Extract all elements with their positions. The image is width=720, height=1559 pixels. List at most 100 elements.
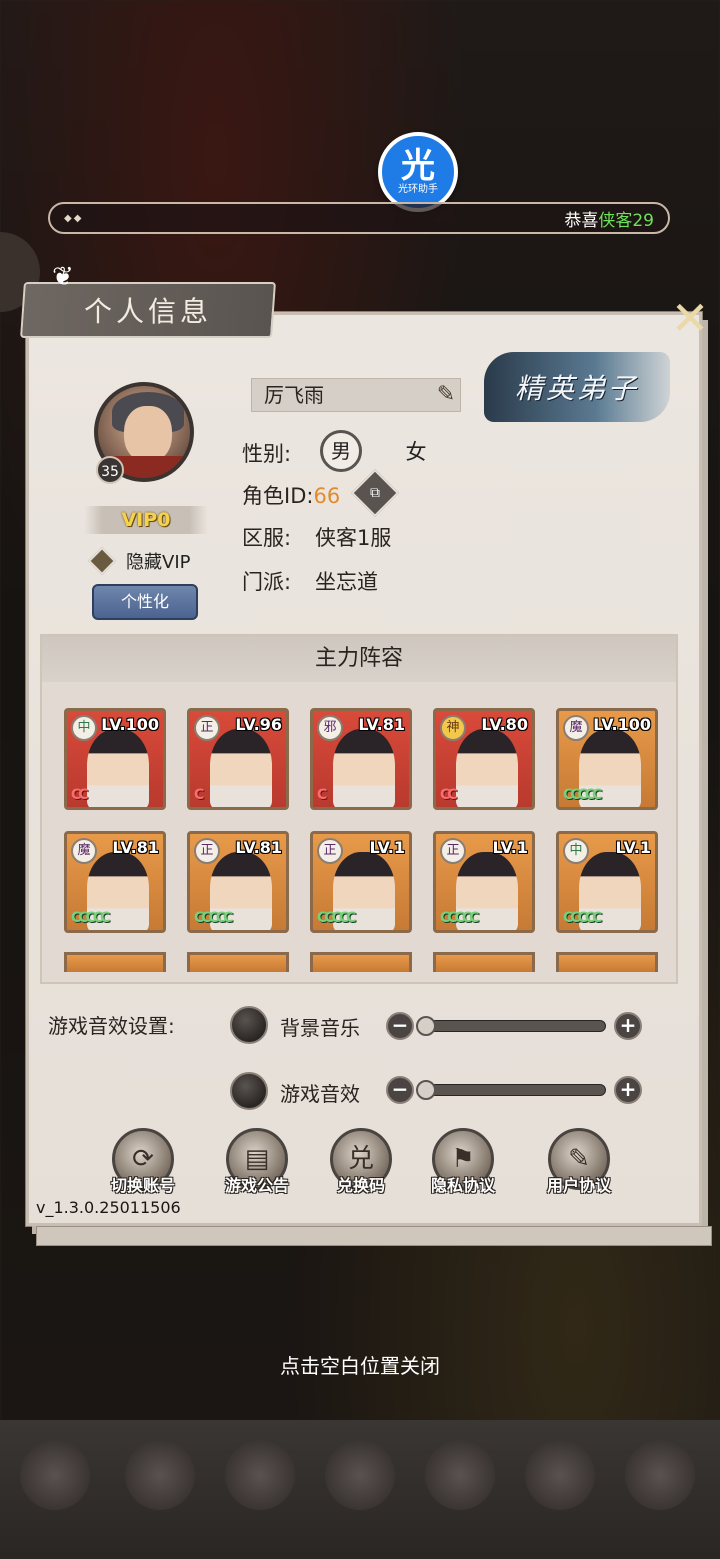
hero-card-partial[interactable] [310, 952, 412, 972]
hero-level: LV.1 [492, 838, 528, 857]
hero-card[interactable]: 正 LV.81 CCCCC [187, 831, 289, 933]
marquee-prefix: 恭喜 [564, 210, 599, 231]
background-nav-icon [325, 1440, 395, 1510]
hero-faction-badge: 正 [440, 838, 466, 864]
rank-badge: 精英弟子 [484, 352, 670, 422]
hero-level: LV.81 [112, 838, 159, 857]
background-nav-icon [125, 1440, 195, 1510]
sfx-slider-handle[interactable] [416, 1080, 436, 1100]
assistant-label: 光环助手 [398, 183, 438, 195]
sfx-slider[interactable] [420, 1084, 606, 1096]
copy-id-glyph: ⧉ [370, 485, 380, 501]
hero-card[interactable]: 正 LV.1 CCCCC [433, 831, 535, 933]
marquee-message: 恭喜侠客29 [564, 206, 654, 231]
hero-star-coins-icon: CCCCC [563, 910, 602, 926]
hero-card[interactable]: 魔 LV.81 CCCCC [64, 831, 166, 933]
hero-faction-badge: 邪 [317, 715, 343, 741]
user-agreement-label: 用户协议 [546, 1176, 611, 1195]
redeem-code-label: 兑换码 [336, 1176, 385, 1195]
role-id-value: 66 [313, 484, 341, 508]
bgm-label: 背景音乐 [280, 1016, 360, 1040]
switch-account-label: 切换账号 [110, 1176, 175, 1195]
hero-card[interactable]: 神 LV.80 CC [433, 708, 535, 810]
hero-card-partial[interactable] [433, 952, 535, 972]
avatar-face [124, 406, 172, 462]
hero-level: LV.96 [235, 715, 282, 734]
bgm-toggle[interactable] [230, 1006, 268, 1044]
hero-portrait [87, 729, 149, 807]
hide-vip-toggle[interactable]: 隐藏VIP [87, 546, 191, 576]
hero-star-coins-icon: C [317, 787, 327, 803]
background-nav-icon [525, 1440, 595, 1510]
hero-faction-badge: 魔 [563, 715, 589, 741]
bgm-decrease-button[interactable]: − [386, 1012, 414, 1040]
gender-label: 性别: [242, 442, 292, 466]
hero-star-coins-icon: CCCCC [317, 910, 356, 926]
vip-level: VIP0 [121, 509, 171, 531]
hero-faction-badge: 正 [194, 838, 220, 864]
rank-badge-text: 精英弟子 [514, 372, 639, 405]
personalize-button[interactable]: 个性化 [92, 584, 198, 620]
hero-star-coins-icon: CCCCC [194, 910, 233, 926]
server-label: 区服: [242, 526, 292, 550]
hero-card[interactable]: 邪 LV.81 C [310, 708, 412, 810]
marquee-decoration-icon: ◆◆ [64, 212, 84, 224]
hero-card[interactable]: 魔 LV.100 CCCCC [556, 708, 658, 810]
audio-settings-label: 游戏音效设置: [48, 1014, 175, 1038]
background-nav-icon [225, 1440, 295, 1510]
version-text: v_1.3.0.25011506 [36, 1198, 181, 1217]
edit-name-icon[interactable]: ✎ [428, 380, 464, 410]
hero-star-coins-icon: CCCCC [71, 910, 110, 926]
redeem-code-button[interactable]: 兑 兑换码 [316, 1128, 406, 1198]
hero-card-partial[interactable] [187, 952, 289, 972]
user-agreement-button[interactable]: ✎ 用户协议 [534, 1128, 624, 1198]
privacy-policy-button[interactable]: ⚑ 隐私协议 [418, 1128, 508, 1198]
hero-faction-badge: 中 [563, 838, 589, 864]
gender-male-option[interactable]: 男 [320, 430, 362, 472]
hero-star-coins-icon: CCCCC [440, 910, 479, 926]
hero-portrait [333, 729, 395, 807]
sfx-increase-button[interactable]: + [614, 1076, 642, 1104]
hero-card[interactable]: 中 LV.1 CCCCC [556, 831, 658, 933]
hero-faction-badge: 中 [71, 715, 97, 741]
assistant-logo-icon: 光 [401, 145, 435, 186]
hero-card[interactable]: 正 LV.1 CCCCC [310, 831, 412, 933]
sfx-toggle[interactable] [230, 1072, 268, 1110]
hero-level: LV.81 [358, 715, 405, 734]
hero-star-coins-icon: C [194, 787, 204, 803]
panel-title: 个人信息 [83, 295, 212, 328]
hero-faction-badge: 神 [440, 715, 466, 741]
hero-level: LV.80 [481, 715, 528, 734]
close-hint: 点击空白位置关闭 [280, 1354, 440, 1378]
hero-level: LV.1 [615, 838, 651, 857]
hero-card[interactable]: 正 LV.96 C [187, 708, 289, 810]
bgm-slider-handle[interactable] [416, 1016, 436, 1036]
close-icon[interactable]: ✕ [668, 295, 712, 341]
assistant-floating-button[interactable]: 光 光环助手 [378, 132, 458, 212]
hero-star-coins-icon: CC [71, 787, 88, 803]
hero-star-coins-icon: CC [440, 787, 457, 803]
announcement-marquee: ◆◆ 恭喜侠客29 [48, 202, 670, 234]
hide-vip-label: 隐藏VIP [126, 552, 191, 573]
marquee-highlight: 侠客29 [598, 210, 654, 231]
hero-card[interactable]: 中 LV.100 CC [64, 708, 166, 810]
hero-level: LV.100 [101, 715, 159, 734]
bgm-increase-button[interactable]: + [614, 1012, 642, 1040]
player-level-badge: 35 [96, 456, 124, 484]
server-value: 侠客1服 [315, 526, 392, 550]
sfx-decrease-button[interactable]: − [386, 1076, 414, 1104]
hero-card-partial[interactable] [64, 952, 166, 972]
switch-account-button[interactable]: ⟳ 切换账号 [98, 1128, 188, 1198]
background-nav-icon [425, 1440, 495, 1510]
gender-female-option[interactable]: 女 [396, 436, 436, 466]
sfx-label: 游戏音效 [280, 1082, 360, 1106]
butterfly-icon: ❦ [52, 262, 74, 292]
role-id-label: 角色ID:66 [242, 480, 340, 510]
vip-banner: VIP0 [84, 506, 208, 534]
hero-card-partial[interactable] [556, 952, 658, 972]
checkbox-diamond-icon[interactable] [87, 546, 117, 576]
bgm-slider[interactable] [420, 1020, 606, 1032]
hero-star-coins-icon: CCCCC [563, 787, 602, 803]
announcement-button[interactable]: ▤ 游戏公告 [212, 1128, 302, 1198]
panel-bottom-edge [36, 1226, 712, 1246]
